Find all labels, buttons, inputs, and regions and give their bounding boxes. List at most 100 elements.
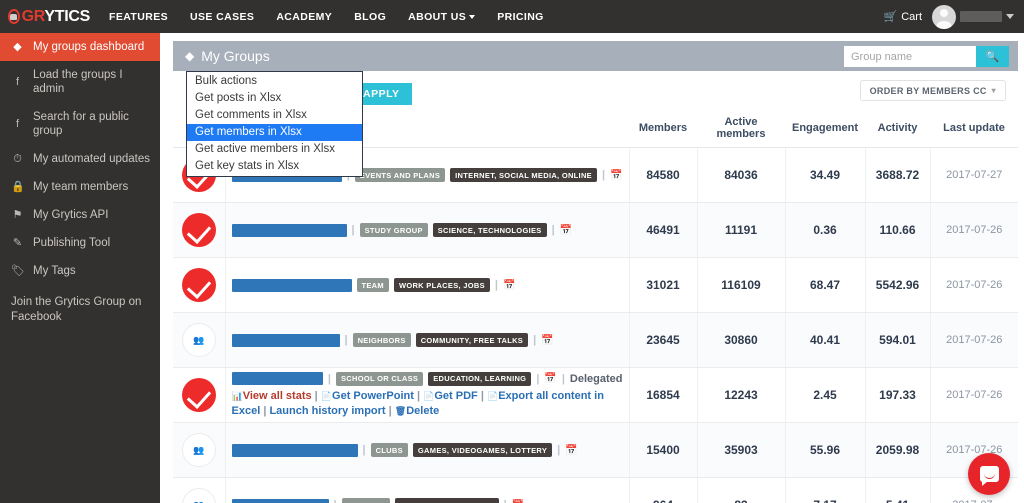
cell-last-update: 2017-07-26 <box>929 202 1018 258</box>
group-name-redacted <box>231 443 358 457</box>
sidebar-item-my-groups-dashboard[interactable]: ◆ My groups dashboard <box>0 33 160 61</box>
nav-item-blog[interactable]: BLOG <box>343 2 397 32</box>
cell-members: 15400 <box>628 422 697 478</box>
launch-history-import-link[interactable]: Launch history import <box>269 405 385 417</box>
divider: | <box>263 404 267 417</box>
sidebar-item-automated-updates[interactable]: ⏱ My automated updates <box>0 145 160 173</box>
avatar-icon <box>932 4 956 29</box>
group-search: 🔍 <box>844 46 1009 67</box>
divider: | <box>557 444 561 456</box>
get-powerpoint-link[interactable]: Get PowerPoint <box>332 390 414 402</box>
placeholder-avatar-icon[interactable]: 👥 <box>181 433 216 467</box>
calendar-icon[interactable]: 📅 <box>610 170 622 181</box>
cell-activity: 197.33 <box>864 367 930 423</box>
column-activity[interactable]: Activity <box>865 109 930 148</box>
column-last-update[interactable]: Last update <box>930 109 1018 148</box>
sidebar-item-load-groups-admin[interactable]: f Load the groups I admin <box>0 61 160 103</box>
calendar-icon[interactable]: 📅 <box>544 373 556 384</box>
user-menu[interactable] <box>932 4 1014 29</box>
group-category-tag: BUSINESS, MARKETING <box>394 498 499 503</box>
table-row[interactable]: 👥 | SUPPORT BUSINESS, MARKETING | 📅 <box>173 477 1018 503</box>
chat-bubble-icon[interactable] <box>968 453 1010 495</box>
dropdown-option-get-posts[interactable]: Get posts in Xlsx <box>187 90 362 107</box>
sidebar-item-grytics-api[interactable]: ⚑ My Grytics API <box>0 201 160 229</box>
table-row[interactable]: 👥 | NEIGHBORS COMMUNITY, FREE TALKS | 📅 <box>173 312 1018 368</box>
calendar-icon[interactable]: 📅 <box>560 225 572 236</box>
group-name-redacted <box>231 278 352 292</box>
cell-active-members: 30860 <box>696 312 785 368</box>
dropdown-option-get-comments[interactable]: Get comments in Xlsx <box>187 107 362 124</box>
check-circle-icon[interactable] <box>181 268 216 302</box>
cell-members: 16854 <box>628 367 697 423</box>
cell-active-members: 116109 <box>696 257 785 313</box>
sidebar-item-my-tags[interactable]: 🏷 My Tags <box>0 257 160 285</box>
row-select-cell[interactable] <box>173 202 226 258</box>
row-select-cell[interactable]: 👥 <box>173 422 226 478</box>
divider: | <box>551 224 555 236</box>
dropdown-option-bulk-actions[interactable]: Bulk actions <box>187 73 362 90</box>
nav-item-about-us[interactable]: ABOUT US <box>397 2 486 32</box>
bulk-actions-dropdown-list[interactable]: Bulk actions Get posts in Xlsx Get comme… <box>186 71 363 177</box>
column-members[interactable]: Members <box>629 109 697 148</box>
table-row[interactable]: 👥 | CLUBS GAMES, VIDEOGAMES, LOTTERY | 📅 <box>173 422 1018 478</box>
divider: | <box>480 389 484 402</box>
cell-activity: 5542.96 <box>864 257 930 313</box>
row-action-links: 📊View all stats | 📄Get PowerPoint | 📄Get… <box>232 389 623 419</box>
view-all-stats-link[interactable]: View all stats <box>243 390 312 402</box>
search-input[interactable] <box>844 46 976 67</box>
sidebar-item-team-members[interactable]: 🔒 My team members <box>0 173 160 201</box>
group-type-tag: STUDY GROUP <box>359 223 428 237</box>
chat-bubble-glyph <box>979 466 999 486</box>
column-engagement[interactable]: Engagement <box>785 109 865 148</box>
nav-item-pricing[interactable]: PRICING <box>486 2 555 32</box>
sidebar-item-label: Publishing Tool <box>33 237 111 249</box>
table-row[interactable]: TEAM WORK PLACES, JOBS | 📅 31021 116109 … <box>173 257 1018 313</box>
group-name-cell: | CLUBS GAMES, VIDEOGAMES, LOTTERY | 📅 <box>225 422 629 478</box>
row-select-cell[interactable]: 👥 <box>173 477 226 503</box>
site-logo[interactable]: GRYTICS <box>0 8 90 26</box>
calendar-icon[interactable]: 📅 <box>541 335 553 346</box>
divider: | <box>362 444 366 456</box>
table-row[interactable]: | SCHOOL OR CLASS EDUCATION, LEARNING | … <box>173 367 1018 423</box>
check-circle-icon[interactable] <box>181 213 216 247</box>
cart-label: Cart <box>901 10 922 23</box>
lock-icon: 🔒 <box>11 181 25 193</box>
nav-item-academy[interactable]: ACADEMY <box>265 2 343 32</box>
get-pdf-link[interactable]: Get PDF <box>434 390 477 402</box>
divider: | <box>504 499 507 503</box>
column-active-members[interactable]: Active members <box>697 109 785 148</box>
nav-item-use-cases[interactable]: USE CASES <box>179 2 265 32</box>
sidebar-item-search-public-group[interactable]: f Search for a public group <box>0 103 160 145</box>
group-type-tag: CLUBS <box>370 443 408 457</box>
order-by-button[interactable]: ORDER BY MEMBERS CC ▾ <box>859 80 1006 101</box>
check-circle-icon[interactable] <box>181 378 216 412</box>
delete-link[interactable]: Delete <box>406 405 439 417</box>
placeholder-avatar-icon[interactable]: 👥 <box>181 323 216 357</box>
groups-icon: ◆ <box>185 49 195 63</box>
group-name-redacted <box>231 333 340 347</box>
nav-label: PRICING <box>497 10 544 23</box>
sidebar-facebook-group-link[interactable]: Join the Grytics Group on Facebook <box>0 285 160 333</box>
cell-last-update: 2017-07-26 <box>929 367 1018 423</box>
dropdown-option-get-key-stats[interactable]: Get key stats in Xlsx <box>187 158 362 175</box>
dropdown-option-get-members[interactable]: Get members in Xlsx <box>187 124 362 141</box>
calendar-icon[interactable]: 📅 <box>565 445 577 456</box>
row-select-cell[interactable] <box>173 367 226 423</box>
logo-badge-icon <box>8 9 20 24</box>
calendar-icon[interactable]: 📅 <box>503 280 515 291</box>
calendar-icon[interactable]: 📅 <box>512 500 524 503</box>
sidebar-item-label: Search for a public group <box>33 111 129 137</box>
row-select-cell[interactable] <box>173 257 226 313</box>
cart-button[interactable]: 🛒 Cart <box>884 10 922 24</box>
table-row[interactable]: | STUDY GROUP SCIENCE, TECHNOLOGIES | 📅 … <box>173 202 1018 258</box>
dropdown-option-get-active-members[interactable]: Get active members in Xlsx <box>187 141 362 158</box>
sidebar-item-publishing-tool[interactable]: ✎ Publishing Tool <box>0 229 160 257</box>
main-content: ◆ My Groups 🔍 Bulk actions ▼ APPLY ORDER… <box>160 33 1024 503</box>
file-pdf-icon: 📄 <box>423 390 435 401</box>
cell-members: 31021 <box>628 257 697 313</box>
group-name-redacted <box>231 498 329 503</box>
search-button[interactable]: 🔍 <box>976 46 1009 67</box>
placeholder-avatar-icon[interactable]: 👥 <box>181 488 216 503</box>
row-select-cell[interactable]: 👥 <box>173 312 226 368</box>
nav-item-features[interactable]: FEATURES <box>98 2 179 32</box>
